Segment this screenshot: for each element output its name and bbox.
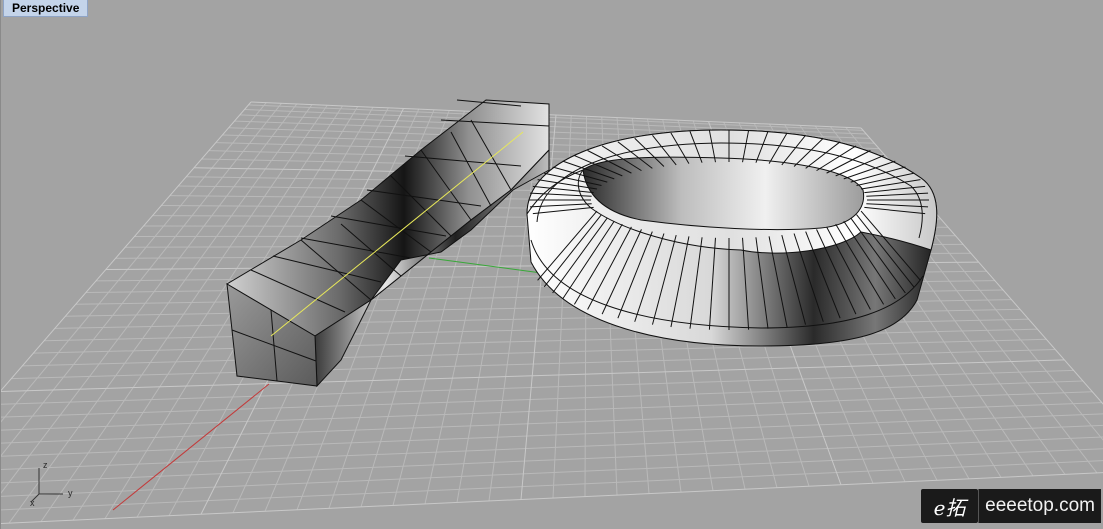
watermark-logo-icon: e拓: [921, 489, 979, 523]
axis-label-x: x: [30, 498, 35, 508]
scene-canvas[interactable]: [1, 0, 1103, 529]
perspective-viewport[interactable]: Perspective z y x e拓 eeeetop.com: [0, 0, 1103, 529]
grid-line: [1, 402, 1102, 444]
grid-line: [1, 436, 1103, 484]
grid-line: [1, 413, 1103, 457]
axis-label-z: z: [43, 460, 48, 470]
axis-orientation-widget: z y x: [21, 456, 91, 516]
mobius-ring[interactable]: [526, 129, 938, 347]
construction-grid: [1, 102, 1103, 524]
axis-label-y: y: [68, 488, 73, 498]
grid-line: [1, 424, 1103, 471]
watermark-text: eeeetop.com: [978, 489, 1101, 523]
twisted-square-bar[interactable]: [226, 99, 550, 388]
watermark: e拓 eeeetop.com: [921, 487, 1101, 525]
